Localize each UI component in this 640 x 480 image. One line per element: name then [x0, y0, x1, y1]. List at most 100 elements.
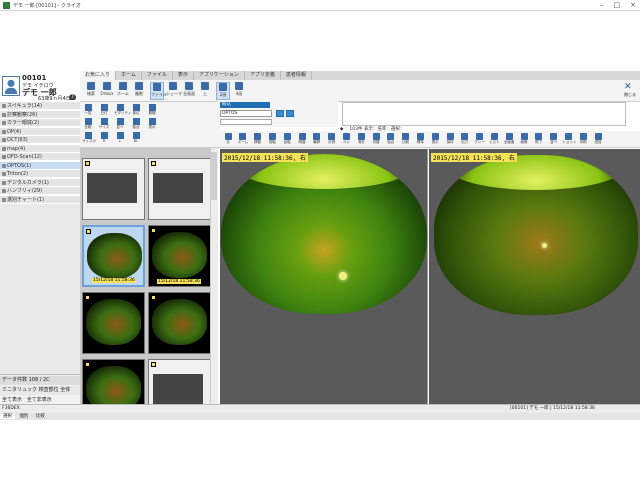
viewer-tool-button[interactable]: 計測	[326, 133, 338, 147]
comment-box[interactable]	[342, 102, 626, 126]
viewer-tool-button[interactable]: 元	[222, 133, 234, 147]
viewer-tool-button[interactable]: グレー	[474, 133, 486, 147]
viewer-tool-button[interactable]: ペン	[340, 133, 352, 147]
orbisx-button[interactable]: Orbisx	[100, 82, 114, 100]
bottom-tab[interactable]: 個別	[16, 414, 31, 419]
bottom-tab[interactable]: 比較	[33, 414, 48, 419]
four-pane-button[interactable]: 4画	[232, 82, 246, 100]
thumbnail-tool-button[interactable]: 一覧	[82, 104, 94, 118]
viewer-tool-button[interactable]: 明度	[296, 133, 308, 147]
viewer-tool-button[interactable]: 終了	[533, 133, 545, 147]
viewer-tool-button[interactable]: ズーム	[237, 133, 249, 147]
sidebar-item[interactable]: OP(4)	[0, 127, 80, 136]
sidebar-item[interactable]: ハンフリィ(29)	[0, 187, 80, 195]
close-icon[interactable]: ✕	[624, 82, 632, 92]
viewer-tool-button[interactable]: 回転	[266, 133, 278, 147]
thumbnail-tool-button[interactable]: 結合	[130, 118, 142, 132]
sidebar-item[interactable]: Triton(2)	[0, 170, 80, 178]
sidebar-item[interactable]: 診察観察(26)	[0, 110, 80, 119]
thumbnail[interactable]: 15/12/18 11:58:36	[148, 225, 211, 287]
pen-icon	[169, 82, 177, 90]
thumbnail[interactable]: 15/12/18 11:58:36	[82, 225, 145, 287]
viewer-tool-button[interactable]: 全画面	[503, 133, 515, 147]
thumbnail[interactable]	[82, 158, 145, 220]
ribbon-tab[interactable]: ホーム	[116, 71, 142, 80]
sidebar-item[interactable]: map(4)	[0, 144, 80, 153]
modality-filter-select[interactable]: OPTOS	[220, 110, 272, 117]
home-button[interactable]: ホーム	[116, 82, 130, 100]
ribbon-tab[interactable]: 表示	[173, 71, 194, 80]
viewer-tool-button[interactable]: 反転	[281, 133, 293, 147]
ribbon-tab[interactable]: ファイル	[142, 71, 173, 80]
viewer-tool-button[interactable]: 輪郭	[311, 133, 323, 147]
thumbnail[interactable]	[148, 158, 211, 220]
sidebar-item[interactable]: OPTOS(1)	[0, 161, 80, 170]
thumbnail-tool-button[interactable]: 表示	[146, 118, 158, 132]
quad-icon	[235, 82, 243, 90]
viewer-tool-button[interactable]: 出力	[459, 133, 471, 147]
thumbnail-tool-button[interactable]: 部位	[130, 104, 142, 118]
viewer-tool-button[interactable]: 画像	[518, 133, 530, 147]
fundus-image-right[interactable]	[434, 155, 638, 315]
ribbon-tab[interactable]: アプリ定義	[245, 71, 281, 80]
viewer-tool-button[interactable]: 印刷	[577, 133, 589, 147]
viewer-tool-button[interactable]: 結合	[385, 133, 397, 147]
viewer-tool-button[interactable]: 消去	[355, 133, 367, 147]
thumbnail-tool-button[interactable]: 日付	[98, 104, 110, 118]
two-pane-button[interactable]: 2画	[216, 82, 230, 100]
ribbon-tab[interactable]: お気に入り	[80, 71, 117, 80]
viewer-tool-button[interactable]: 並べ	[548, 133, 560, 147]
ribbon-tab[interactable]: 患者情報	[281, 71, 312, 80]
thumbnail-tool-button[interactable]: RL	[130, 132, 142, 146]
sidebar-item[interactable]: カラー眼底(2)	[0, 119, 80, 127]
scrollbar-thumb[interactable]	[211, 152, 217, 200]
tool-icon	[535, 133, 543, 140]
viewer-tool-button[interactable]: 切替	[370, 133, 382, 147]
viewer-tool-button[interactable]: 表示	[429, 133, 441, 147]
fullscreen-button[interactable]: 全画面	[182, 82, 196, 100]
fundus-image-left[interactable]	[221, 154, 427, 314]
thumbnail-tool-button[interactable]: モダリティ	[114, 104, 131, 118]
schema-button[interactable]: シェーマ	[166, 82, 182, 100]
viewer-pane-right[interactable]: 2015/12/18 11:58:36, 右	[429, 149, 640, 405]
viewer-tool-button[interactable]: 送信	[592, 133, 604, 147]
thumbnail-tool-button[interactable]: サイズ	[98, 118, 110, 132]
tool-label: 保存	[446, 140, 454, 144]
bottom-tab[interactable]: 選択	[0, 414, 15, 419]
maximize-icon[interactable]: □	[614, 1, 621, 9]
sidebar-item[interactable]: OCT(63)	[0, 136, 80, 144]
file-button[interactable]: ファイル	[150, 82, 167, 100]
thumbnail[interactable]	[82, 292, 145, 354]
thumbnail-tool-button[interactable]: 期間	[146, 104, 158, 118]
viewer-tool-button[interactable]: ヒスト	[488, 133, 500, 147]
viewer-tool-button[interactable]: 標準	[414, 133, 426, 147]
tree-labels[interactable]: ミニタリュック 検査部位 全体	[0, 386, 80, 395]
filter-apply-button[interactable]	[276, 110, 284, 117]
sidebar-item[interactable]: スペキュラ(14)	[0, 102, 80, 110]
ribbon-tab[interactable]: アプリケーション	[194, 71, 245, 80]
filter-clear-button[interactable]	[286, 110, 294, 117]
up-button[interactable]: 上	[198, 82, 212, 100]
close-window-icon[interactable]: ×	[630, 1, 636, 9]
search-button[interactable]: 検索	[84, 82, 98, 100]
viewer-pane-left[interactable]: 2015/12/18 11:58:36, 右	[220, 149, 428, 405]
sidebar-item[interactable]: デジタルカメラ(1)	[0, 178, 80, 187]
thumbnail-tool-button[interactable]: R	[98, 132, 110, 146]
viewer-tool-button[interactable]: 保存	[444, 133, 456, 147]
thumbnail-tool-button[interactable]: 並べ	[114, 118, 126, 132]
sidebar-item[interactable]: 選別チャート(1)	[0, 195, 80, 204]
viewer-tool-button[interactable]: 比較	[400, 133, 412, 147]
multi-button[interactable]: 複数	[132, 82, 146, 100]
viewer-tool-button[interactable]: ショット	[562, 133, 576, 147]
category-icon	[2, 112, 6, 117]
hide-all-button[interactable]: 全て非表示	[27, 397, 52, 403]
secondary-filter-select[interactable]	[220, 119, 272, 125]
sidebar-item[interactable]: OFD-Scan(12)	[0, 153, 80, 161]
thumbnail-tool-button[interactable]: L	[114, 132, 126, 146]
thumbnail[interactable]	[148, 292, 211, 354]
thumbnail-tool-button[interactable]: 比較	[82, 118, 94, 132]
show-all-button[interactable]: 全て表示	[2, 397, 22, 403]
thumbnail-tool-button[interactable]: サイズ小	[82, 132, 96, 146]
minimize-icon[interactable]: –	[600, 1, 604, 9]
viewer-tool-button[interactable]: 移動	[252, 133, 264, 147]
